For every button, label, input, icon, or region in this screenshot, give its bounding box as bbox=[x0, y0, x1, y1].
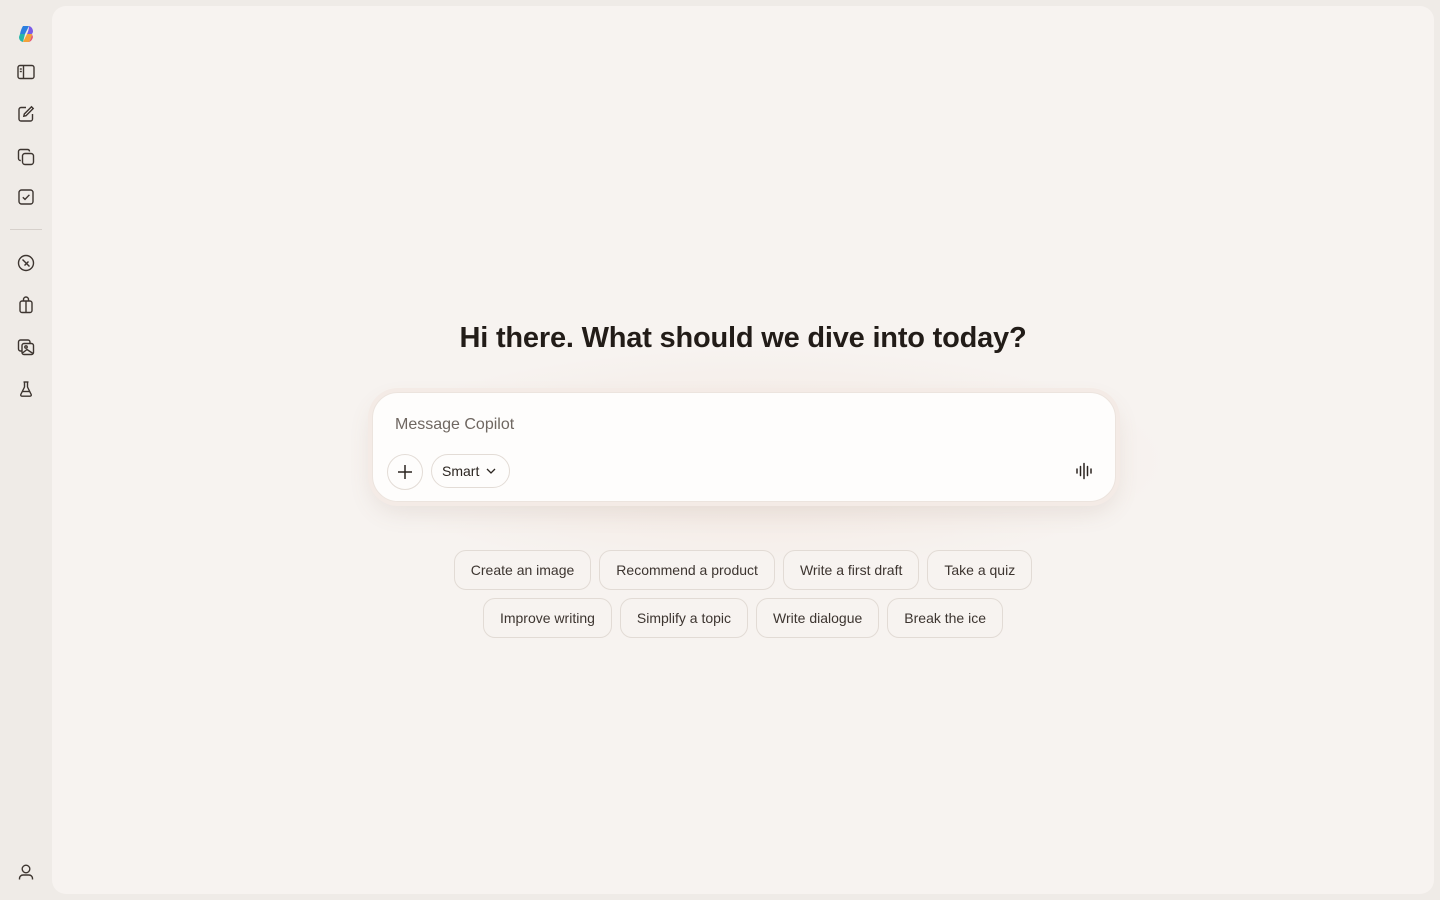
voice-waveform-icon bbox=[1076, 462, 1092, 480]
suggestion-write-dialogue[interactable]: Write dialogue bbox=[756, 598, 880, 638]
voice-input-button[interactable] bbox=[1069, 456, 1099, 486]
images-icon[interactable] bbox=[14, 335, 38, 359]
new-chat-icon[interactable] bbox=[14, 102, 38, 126]
suggestion-row: Create an image Recommend a product Writ… bbox=[453, 550, 1033, 590]
mode-label: Smart bbox=[442, 463, 480, 479]
labs-icon[interactable] bbox=[14, 377, 38, 401]
plus-icon bbox=[398, 465, 412, 479]
suggestion-write-first-draft[interactable]: Write a first draft bbox=[782, 550, 920, 590]
main-panel: Hi there. What should we dive into today… bbox=[52, 6, 1434, 894]
sidebar-toggle-icon[interactable] bbox=[14, 60, 38, 84]
message-input[interactable] bbox=[393, 411, 1037, 439]
add-attachment-button[interactable] bbox=[387, 454, 423, 490]
suggestion-break-ice[interactable]: Break the ice bbox=[887, 598, 1004, 638]
profile-icon[interactable] bbox=[14, 860, 38, 884]
suggestion-recommend-product[interactable]: Recommend a product bbox=[599, 550, 775, 590]
sidebar-divider bbox=[10, 229, 42, 230]
discover-icon[interactable] bbox=[14, 251, 38, 275]
suggestion-take-quiz[interactable]: Take a quiz bbox=[927, 550, 1033, 590]
chevron-down-icon bbox=[486, 468, 496, 474]
suggestion-chips: Create an image Recommend a product Writ… bbox=[52, 550, 1434, 638]
mode-selector-button[interactable]: Smart bbox=[431, 454, 511, 488]
shopping-icon[interactable] bbox=[14, 293, 38, 317]
suggestion-improve-writing[interactable]: Improve writing bbox=[482, 598, 612, 638]
sidebar bbox=[0, 0, 52, 900]
pages-icon[interactable] bbox=[14, 145, 38, 169]
message-composer: Smart bbox=[372, 392, 1116, 502]
suggestion-simplify-topic[interactable]: Simplify a topic bbox=[619, 598, 749, 638]
suggestion-create-image[interactable]: Create an image bbox=[453, 550, 592, 590]
tasks-icon[interactable] bbox=[14, 185, 38, 209]
suggestion-row: Improve writing Simplify a topic Write d… bbox=[482, 598, 1004, 638]
copilot-logo-icon[interactable] bbox=[14, 22, 38, 46]
